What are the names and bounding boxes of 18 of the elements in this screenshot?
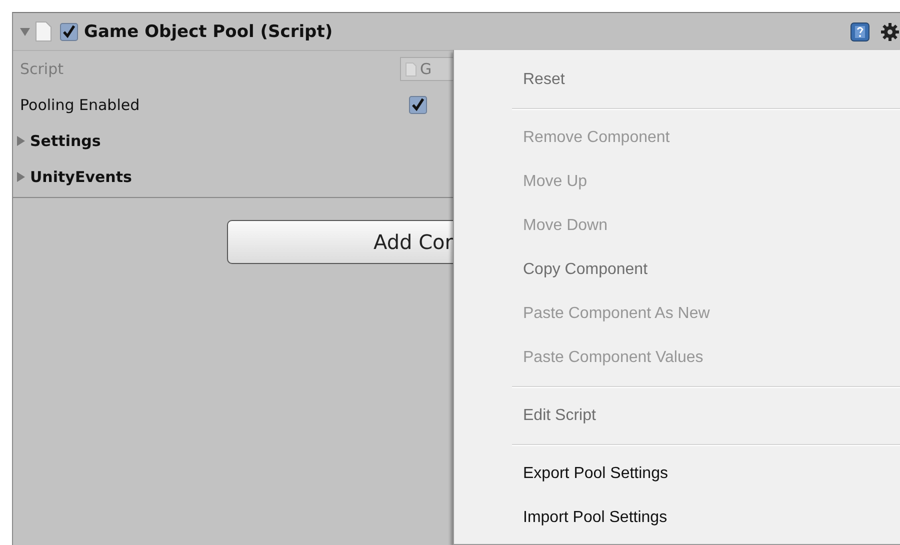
pooling-checkbox[interactable] [409, 96, 427, 114]
foldout-arrow-icon[interactable] [15, 135, 27, 147]
add-component-button[interactable]: Add Cor [227, 220, 454, 264]
script-file-icon [405, 62, 417, 76]
help-icon[interactable] [850, 22, 870, 42]
gear-icon[interactable] [880, 22, 900, 42]
menu-item[interactable]: Export Pool Settings [454, 452, 900, 496]
script-file-icon [35, 21, 52, 42]
enabled-checkbox[interactable] [60, 22, 78, 40]
foldout-label[interactable]: UnityEvents [30, 168, 132, 186]
property-label: Script [20, 60, 65, 78]
component-title: Game Object Pool (Script) [84, 22, 333, 42]
menu-item[interactable]: Copy Component [454, 248, 900, 292]
property-label: Pooling Enabled [20, 96, 141, 114]
menu-item[interactable]: Edit Script [454, 394, 900, 438]
menu-item[interactable]: Import Pool Settings [454, 496, 900, 540]
foldout-arrow-icon[interactable] [15, 171, 27, 183]
foldout-label[interactable]: Settings [30, 132, 101, 150]
